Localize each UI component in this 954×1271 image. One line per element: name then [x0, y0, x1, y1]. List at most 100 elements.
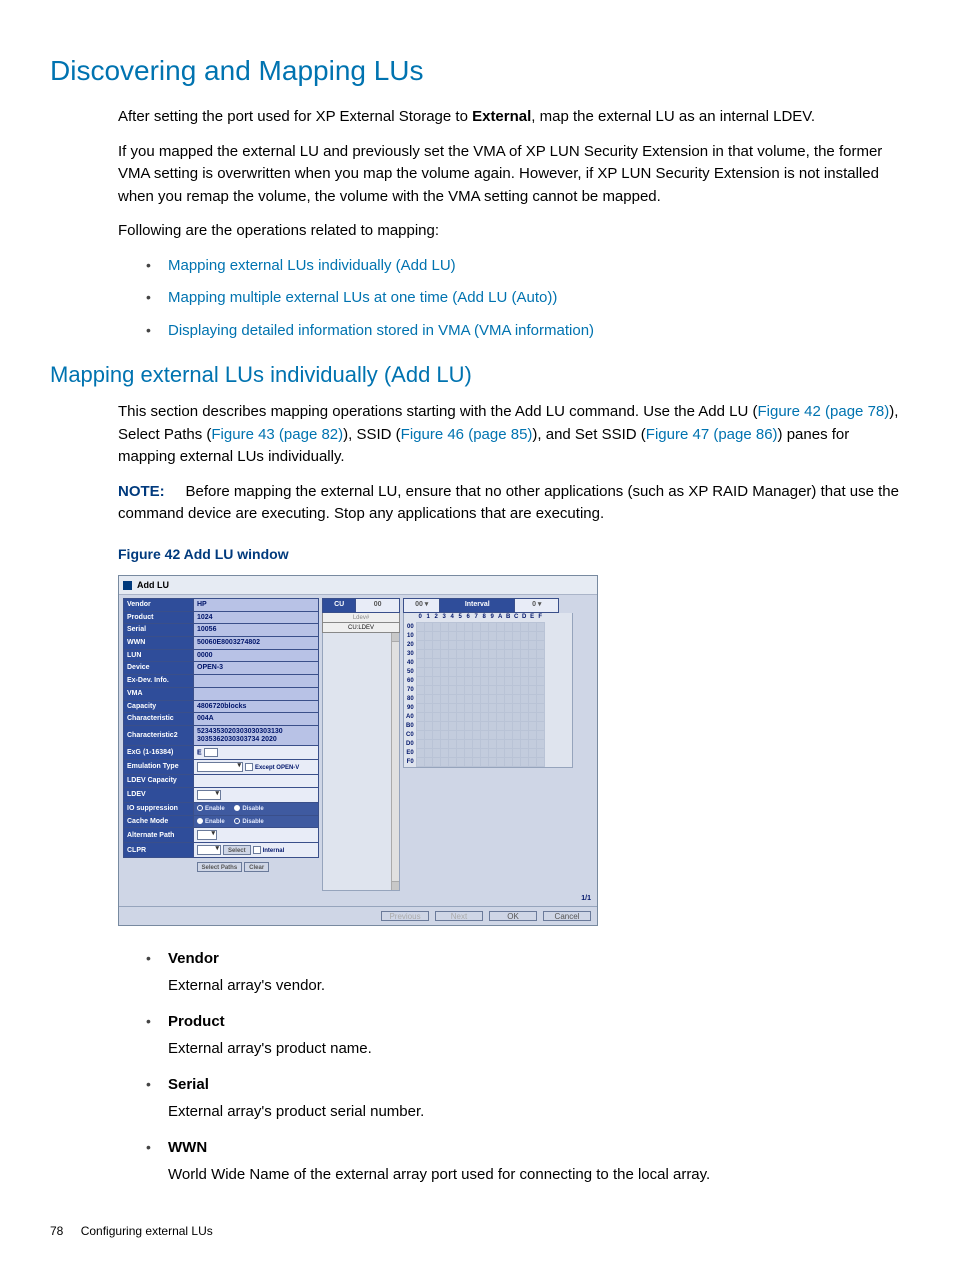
iosup-disable-radio[interactable]: [234, 805, 240, 811]
list-item: Mapping multiple external LUs at one tim…: [146, 287, 904, 310]
ldevcap-cell: [194, 775, 319, 788]
ldevcap-label: LDEV Capacity: [124, 775, 194, 788]
clpr-select-button[interactable]: Select: [223, 845, 251, 855]
ldev-cell: [194, 787, 319, 802]
next-button[interactable]: Next: [435, 911, 483, 921]
attr-value: OPEN-3: [194, 662, 319, 675]
attr-label: Vendor: [124, 599, 194, 612]
attr-value: 10056: [194, 624, 319, 637]
attr-value: 4806720blocks: [194, 700, 319, 713]
term: Serial: [168, 1074, 904, 1097]
except-openv-checkbox[interactable]: [245, 763, 253, 771]
definition: World Wide Name of the external array po…: [168, 1166, 710, 1183]
interval-value[interactable]: 0 ▾: [515, 598, 559, 613]
exg-label: ExG (1-16384): [124, 746, 194, 760]
definition-item: ProductExternal array's product name.: [146, 1011, 904, 1060]
window-title: Add LU: [137, 579, 169, 593]
culdev-selector[interactable]: CU:LDEV: [322, 623, 400, 633]
link-add-lu[interactable]: Mapping external LUs individually (Add L…: [168, 257, 456, 274]
definition: External array's product serial number.: [168, 1103, 424, 1120]
emulation-select[interactable]: [197, 762, 243, 772]
link-add-lu-auto[interactable]: Mapping multiple external LUs at one tim…: [168, 289, 557, 306]
button-bar: Previous Next OK Cancel: [119, 906, 597, 925]
select-paths-button[interactable]: Select Paths: [197, 862, 243, 872]
list-item: Mapping external LUs individually (Add L…: [146, 255, 904, 278]
grid-page-selector[interactable]: 00 ▾: [403, 598, 440, 613]
attr-label: WWN: [124, 637, 194, 650]
clear-button[interactable]: Clear: [244, 862, 269, 872]
external-strong: External: [472, 108, 531, 125]
disable-text: Disable: [242, 806, 263, 812]
term: WWN: [168, 1137, 904, 1160]
definition-list: Vendor External array's vendor. ProductExt…: [146, 948, 904, 1186]
attr-label: Product: [124, 611, 194, 624]
list-item: Displaying detailed information stored i…: [146, 320, 904, 343]
definition: External array's vendor.: [168, 977, 325, 994]
intro-paragraph-3: Following are the operations related to …: [118, 220, 904, 243]
attr-label: VMA: [124, 687, 194, 700]
disable-text: Disable: [242, 819, 263, 825]
alt-label: Alternate Path: [124, 828, 194, 843]
app-icon: [123, 581, 132, 590]
emulation-label: Emulation Type: [124, 760, 194, 775]
previous-button[interactable]: Previous: [381, 911, 429, 921]
footer-text: Configuring external LUs: [81, 1224, 213, 1238]
definition: External array's product name.: [168, 1040, 372, 1057]
attr-value: [194, 675, 319, 688]
note-label: NOTE:: [118, 483, 165, 500]
interval-header: Interval: [440, 598, 515, 613]
attr-label: LUN: [124, 649, 194, 662]
term: Vendor: [168, 948, 904, 971]
text: ), and Set SSID (: [532, 426, 645, 443]
xref-fig47[interactable]: Figure 47 (page 86): [646, 426, 778, 443]
iosup-label: IO suppression: [124, 802, 194, 815]
cu-value[interactable]: 00: [356, 598, 400, 613]
page-title: Discovering and Mapping LUs: [50, 50, 904, 92]
scrollbar[interactable]: [391, 633, 399, 890]
alt-select[interactable]: [197, 830, 217, 840]
figure-caption: Figure 42 Add LU window: [118, 544, 904, 565]
cache-disable-radio[interactable]: [234, 818, 240, 824]
text: , map the external LU as an internal LDE…: [531, 108, 815, 125]
link-vma-info[interactable]: Displaying detailed information stored i…: [168, 322, 594, 339]
definition-item: Vendor External array's vendor.: [146, 948, 904, 997]
attr-value: 004A: [194, 713, 319, 726]
iosup-enable-radio[interactable]: [197, 805, 203, 811]
cu-list[interactable]: [322, 633, 400, 891]
attr-value: 0000: [194, 649, 319, 662]
iosup-cell: Enable Disable: [194, 802, 319, 815]
attr-label: Characteristic2: [124, 725, 194, 745]
cache-label: Cache Mode: [124, 815, 194, 828]
ldev-number-selector[interactable]: Ldev#: [322, 613, 400, 623]
section-paragraph: This section describes mapping operation…: [118, 401, 904, 469]
attr-value: 5234353020303030303130 3035362030303734 …: [194, 725, 319, 745]
clpr-internal-checkbox[interactable]: [253, 846, 261, 854]
definition-item: WWN World Wide Name of the external array…: [146, 1137, 904, 1186]
note-body: Before mapping the external LU, ensure t…: [118, 483, 899, 523]
ok-button[interactable]: OK: [489, 911, 537, 921]
xref-fig46[interactable]: Figure 46 (page 85): [401, 426, 533, 443]
xref-fig43[interactable]: Figure 43 (page 82): [211, 426, 343, 443]
attr-label: Characteristic: [124, 713, 194, 726]
attr-label: Ex-Dev. Info.: [124, 675, 194, 688]
cancel-button[interactable]: Cancel: [543, 911, 591, 921]
clpr-label: CLPR: [124, 843, 194, 858]
attr-value: [194, 687, 319, 700]
exg-input[interactable]: [204, 748, 218, 757]
ldev-grid[interactable]: 0123456789ABCDEF00102030405060708090A0B0…: [406, 613, 545, 768]
attr-value: HP: [194, 599, 319, 612]
attr-value: 50060E8003274802: [194, 637, 319, 650]
xref-fig42[interactable]: Figure 42 (page 78): [758, 403, 890, 420]
enable-text: Enable: [205, 806, 225, 812]
attr-label: Capacity: [124, 700, 194, 713]
cache-enable-radio[interactable]: [197, 818, 203, 824]
note-paragraph: NOTE: Before mapping the external LU, en…: [118, 481, 904, 526]
ldev-label: LDEV: [124, 787, 194, 802]
clpr-select[interactable]: [197, 845, 221, 855]
enable-text: Enable: [205, 819, 225, 825]
page-number: 78: [50, 1224, 63, 1238]
intro-paragraph-1: After setting the port used for XP Exter…: [118, 106, 904, 129]
exg-value: E: [197, 750, 202, 757]
page-footer: 78 Configuring external LUs: [50, 1222, 904, 1240]
ldev-select[interactable]: [197, 790, 221, 800]
